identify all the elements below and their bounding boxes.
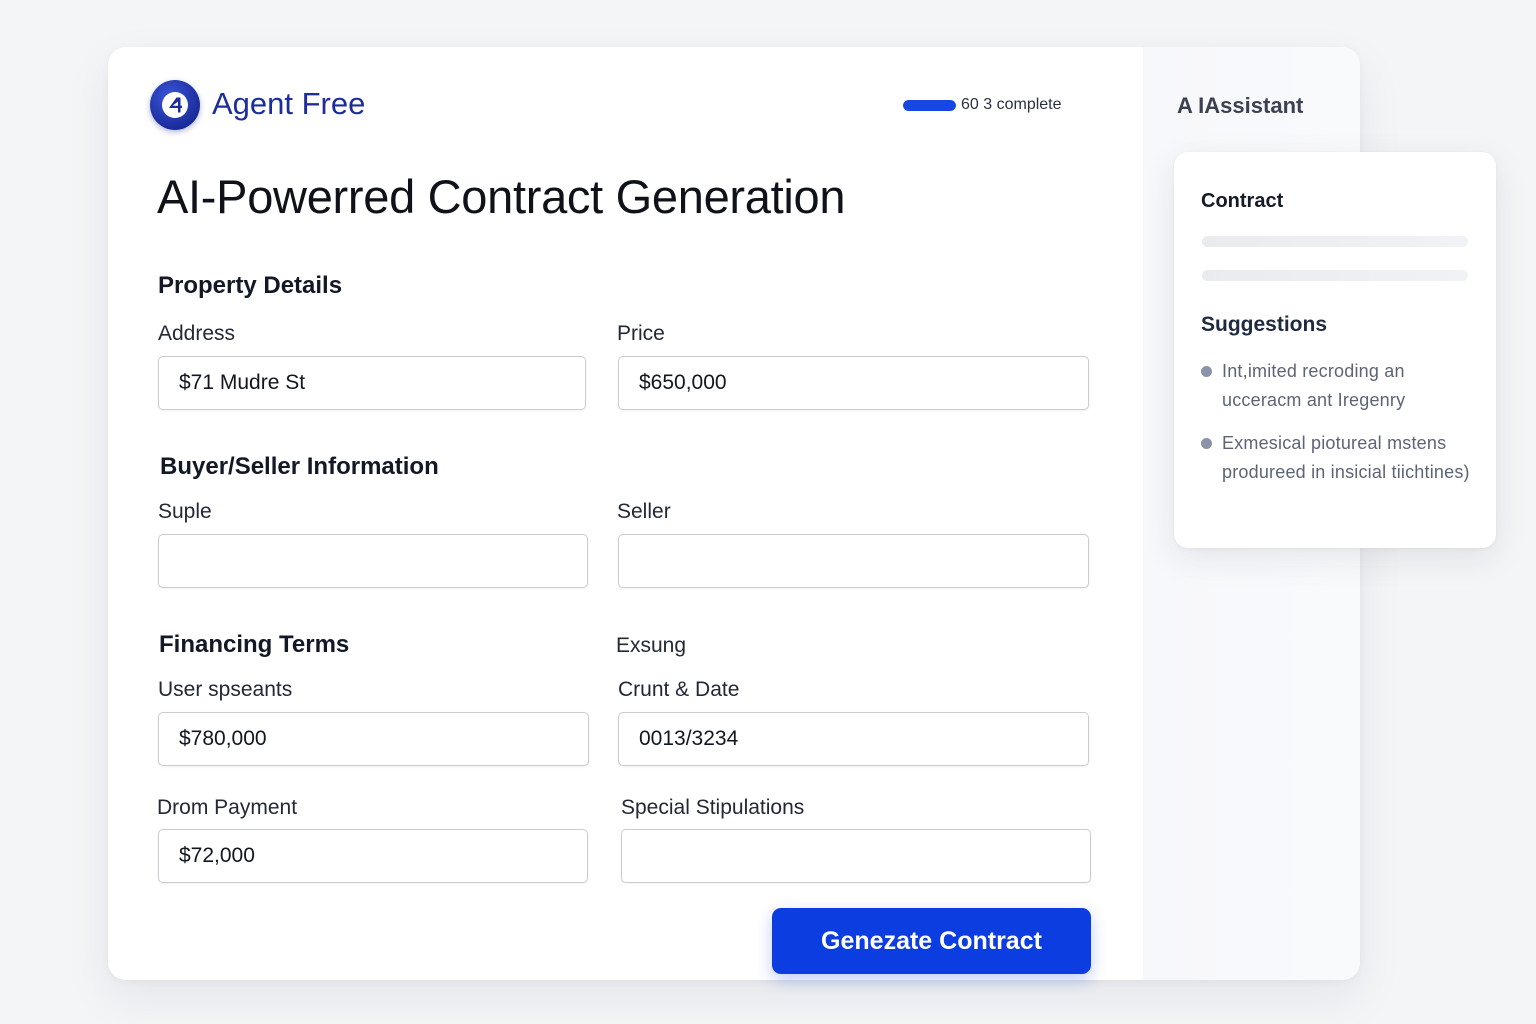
section-heading-parties: Buyer/Seller Information	[160, 453, 439, 480]
suggestion-item[interactable]: Exmesical piotureal mstens produreed in …	[1201, 429, 1471, 486]
section-heading-property: Property Details	[158, 272, 343, 299]
contract-preview-placeholder-line	[1202, 270, 1468, 281]
progress-fill	[903, 100, 956, 111]
suggestion-text: Exmesical piotureal mstens produreed in …	[1222, 433, 1470, 482]
brand-logo-icon[interactable]	[150, 80, 200, 130]
financing-subheading: Exsung	[616, 634, 687, 657]
progress-bar	[903, 100, 956, 111]
seller-label: Seller	[617, 500, 671, 523]
special-stipulations-label: Special Stipulations	[621, 796, 805, 819]
closing-date-label: Crunt & Date	[618, 678, 740, 701]
price-label: Price	[617, 322, 665, 345]
assistant-card: Contract Suggestions Int,imited recrodin…	[1174, 152, 1496, 548]
closing-date-input[interactable]	[618, 712, 1089, 766]
contract-preview-placeholder-line	[1202, 236, 1468, 247]
brand-name: Agent Free	[212, 86, 366, 121]
page-title: AI-Powerred Contract Generation	[157, 170, 846, 223]
loan-amount-label: User spseants	[158, 678, 293, 701]
progress-label: 60 3 complete	[961, 96, 1062, 113]
address-label: Address	[158, 322, 236, 345]
loan-amount-input[interactable]	[158, 712, 589, 766]
special-stipulations-input[interactable]	[621, 829, 1091, 883]
suggestion-text: Int,imited recroding an ucceracm ant Ire…	[1222, 361, 1406, 410]
assistant-panel-title: A IAssistant	[1177, 93, 1304, 118]
section-heading-financing: Financing Terms	[159, 631, 350, 658]
assistant-card-title: Contract	[1201, 190, 1284, 212]
bullet-icon	[1201, 438, 1212, 449]
suggestion-item[interactable]: Int,imited recroding an ucceracm ant Ire…	[1201, 357, 1471, 414]
bullet-icon	[1201, 366, 1212, 377]
generate-contract-button[interactable]: Genezate Contract	[772, 908, 1091, 974]
seller-input[interactable]	[618, 534, 1089, 588]
price-input[interactable]	[618, 356, 1089, 410]
suggestions-heading: Suggestions	[1201, 313, 1328, 336]
down-payment-input[interactable]	[158, 829, 588, 883]
down-payment-label: Drom Payment	[157, 796, 298, 819]
buyer-label: Suple	[158, 500, 212, 523]
buyer-input[interactable]	[158, 534, 588, 588]
address-input[interactable]	[158, 356, 586, 410]
number-four-glyph-icon	[162, 92, 188, 118]
